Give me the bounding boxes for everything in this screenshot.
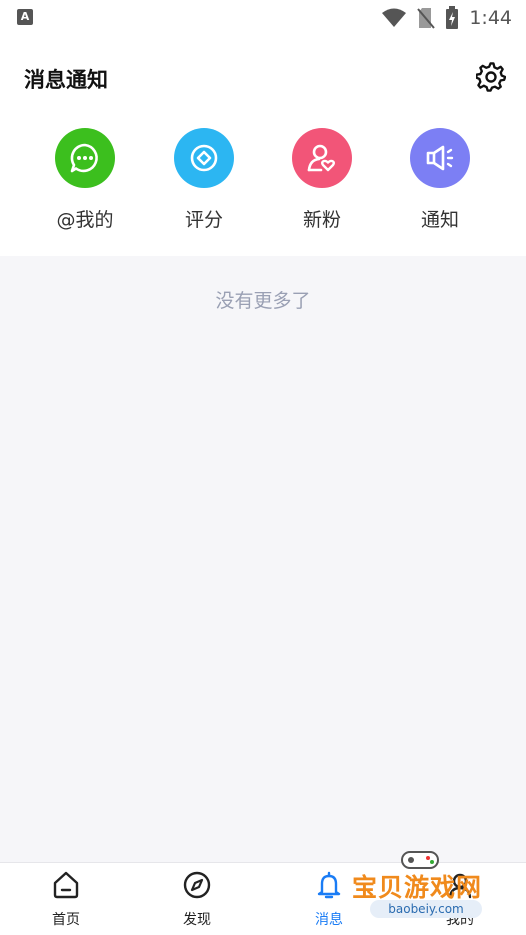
category-notifications[interactable]: 通知 — [390, 128, 490, 232]
header: 消息通知 — [0, 36, 526, 120]
tab-label: 发现 — [183, 912, 211, 928]
tab-messages[interactable]: 消息 — [289, 869, 369, 929]
category-label: 通知 — [420, 209, 459, 231]
category-new-followers[interactable]: 新粉 — [272, 128, 372, 232]
tab-discover[interactable]: 发现 — [157, 869, 237, 929]
status-bar: A 1:44 — [0, 0, 526, 36]
page-title: 消息通知 — [24, 68, 108, 92]
status-time: 1:44 — [469, 7, 512, 29]
status-icons: 1:44 — [381, 5, 512, 31]
rating-diamond-icon — [174, 128, 234, 188]
home-icon — [50, 869, 82, 901]
tab-profile[interactable]: 我的 — [420, 869, 500, 929]
wifi-icon — [382, 8, 407, 27]
compass-icon — [181, 869, 213, 901]
message-categories: @我的 评分 新粉 通知 — [0, 120, 526, 256]
tab-label: 消息 — [315, 912, 343, 928]
category-label: 新粉 — [302, 209, 341, 231]
tab-label: 首页 — [52, 912, 80, 928]
new-follower-icon — [292, 128, 352, 188]
sim-notification-icon: A — [17, 9, 33, 25]
battery-charging-icon — [446, 6, 459, 29]
settings-button[interactable] — [474, 60, 508, 94]
category-label: 评分 — [184, 209, 223, 231]
category-label: @我的 — [56, 209, 114, 231]
no-sim-icon — [417, 8, 436, 29]
category-ratings[interactable]: 评分 — [154, 128, 254, 232]
category-mentions[interactable]: @我的 — [35, 128, 135, 232]
empty-state-text: 没有更多了 — [215, 290, 311, 312]
gear-icon — [476, 62, 506, 92]
bell-icon — [313, 869, 345, 901]
tab-label: 我的 — [446, 912, 474, 928]
chat-bubble-icon — [55, 128, 115, 188]
tab-home[interactable]: 首页 — [26, 869, 106, 929]
message-list[interactable]: 没有更多了 — [0, 256, 526, 862]
bottom-tab-bar: 首页 发现 消息 我的 — [0, 862, 526, 935]
megaphone-icon — [410, 128, 470, 188]
profile-icon — [444, 869, 476, 901]
